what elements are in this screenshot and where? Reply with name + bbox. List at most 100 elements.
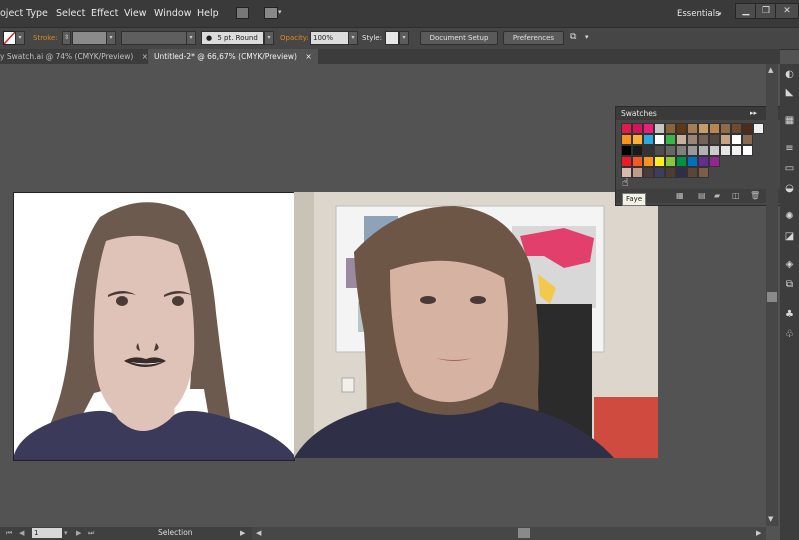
swatch[interactable] — [654, 123, 665, 134]
swatch[interactable] — [621, 123, 632, 134]
swatch[interactable] — [709, 145, 720, 156]
stroke-weight-stepper[interactable]: ⇕ — [62, 31, 71, 45]
swatches-icon[interactable]: ▦ — [784, 116, 795, 126]
bridge-icon[interactable] — [236, 7, 249, 19]
placed-photo[interactable] — [294, 192, 658, 458]
opacity-label[interactable]: Opacity: — [280, 34, 309, 42]
swatch[interactable] — [687, 145, 698, 156]
artboard-number-field[interactable]: 1 — [32, 528, 62, 538]
swatch[interactable] — [731, 145, 742, 156]
swatches-title[interactable]: Swatches — [621, 109, 657, 118]
swatch[interactable] — [654, 156, 665, 167]
color-guide-icon[interactable]: ◐ — [784, 70, 795, 80]
last-artboard-icon[interactable]: ⏭ — [88, 529, 94, 538]
swatch[interactable] — [632, 156, 643, 167]
swatch[interactable] — [665, 167, 676, 178]
minimize-button[interactable]: ▁ — [735, 3, 757, 19]
swatch[interactable] — [687, 123, 698, 134]
style-dropdown[interactable]: ▾ — [399, 31, 409, 45]
swatch[interactable] — [698, 156, 709, 167]
scroll-up-icon[interactable]: ▲ — [768, 66, 773, 74]
swatches-panel-header[interactable]: Swatches ▸▸ ≡ — [616, 107, 780, 120]
swatch[interactable] — [731, 123, 742, 134]
swatch[interactable] — [687, 134, 698, 145]
swatch[interactable] — [709, 134, 720, 145]
brush-definition[interactable]: ● 5 pt. Round — [201, 31, 264, 45]
menu-select[interactable]: Select — [56, 8, 85, 19]
swatch[interactable] — [720, 123, 731, 134]
swatch[interactable] — [643, 134, 654, 145]
swatch[interactable] — [709, 123, 720, 134]
swatch[interactable] — [742, 123, 753, 134]
swatch[interactable] — [654, 167, 665, 178]
swatch[interactable] — [742, 134, 753, 145]
stroke-weight-field[interactable] — [72, 31, 107, 45]
new-color-group-icon[interactable]: ▰ — [714, 191, 720, 200]
swatch[interactable] — [698, 134, 709, 145]
menu-effect[interactable]: Effect — [91, 8, 118, 19]
opacity-field[interactable]: 100% — [310, 31, 349, 45]
swatch[interactable] — [632, 134, 643, 145]
appearance-icon[interactable]: ✺ — [784, 212, 795, 222]
swatch[interactable] — [709, 156, 720, 167]
current-tool-status[interactable]: Selection — [158, 528, 193, 537]
swatch[interactable] — [720, 145, 731, 156]
variable-width-profile[interactable] — [121, 31, 187, 45]
first-artboard-icon[interactable]: ⏮ — [6, 529, 12, 538]
fill-dropdown[interactable]: ▾ — [15, 31, 25, 45]
document-setup-button[interactable]: Document Setup — [420, 31, 498, 45]
swatch[interactable] — [676, 123, 687, 134]
symbols-icon[interactable]: ♣ — [784, 310, 795, 320]
swatch[interactable] — [643, 145, 654, 156]
swatch[interactable] — [731, 134, 742, 145]
show-kinds-icon[interactable]: ▤ — [698, 191, 706, 200]
swatch[interactable] — [676, 145, 687, 156]
brush-dropdown[interactable]: ▾ — [264, 31, 274, 45]
swatch[interactable] — [698, 123, 709, 134]
opacity-dropdown[interactable]: ▾ — [348, 31, 358, 45]
swatch[interactable] — [698, 145, 709, 156]
menu-object[interactable]: oject — [0, 8, 23, 19]
chevron-down-icon[interactable]: ▾ — [64, 529, 68, 537]
horizontal-scrollbar[interactable]: ◀ ▶ — [252, 527, 766, 540]
artboard-illustration[interactable] — [13, 192, 295, 461]
graphic-style-swatch[interactable] — [385, 31, 399, 45]
color-icon[interactable]: ◣ — [784, 88, 795, 98]
delete-swatch-icon[interactable]: 🗑 — [750, 191, 760, 200]
horizontal-scroll-thumb[interactable] — [518, 528, 530, 538]
swatch[interactable] — [742, 145, 753, 156]
preferences-button[interactable]: Preferences — [503, 31, 564, 45]
status-menu-icon[interactable]: ▶ — [240, 529, 245, 537]
swatch[interactable] — [632, 123, 643, 134]
chevron-down-icon[interactable]: ▾ — [278, 8, 282, 16]
collapse-icon[interactable]: ▸▸ — [750, 109, 757, 117]
menu-help[interactable]: Help — [197, 8, 219, 19]
swatch[interactable] — [632, 145, 643, 156]
swatch[interactable] — [643, 167, 654, 178]
new-swatch-icon[interactable]: ◫ — [732, 191, 740, 200]
swatch[interactable] — [643, 123, 654, 134]
swatch[interactable] — [665, 145, 676, 156]
swatch[interactable] — [687, 167, 698, 178]
swatch[interactable] — [687, 156, 698, 167]
swatch[interactable] — [654, 145, 665, 156]
menu-window[interactable]: Window — [154, 8, 191, 19]
chevron-down-icon[interactable]: ▾ — [718, 10, 722, 18]
swatch-libraries-icon[interactable]: ▦ — [676, 191, 684, 200]
variable-width-dropdown[interactable]: ▾ — [186, 31, 196, 45]
swatch[interactable] — [676, 134, 687, 145]
swatch[interactable] — [632, 167, 643, 178]
stroke-icon[interactable]: ≡ — [784, 144, 795, 154]
menu-type[interactable]: Type — [26, 8, 48, 19]
align-icon[interactable]: ⧉ — [570, 32, 576, 42]
swatch[interactable] — [621, 134, 632, 145]
transparency-icon[interactable]: ◒ — [784, 184, 795, 194]
close-icon[interactable]: × — [305, 52, 311, 61]
swatch[interactable] — [665, 156, 676, 167]
artboards-icon[interactable]: ⧉ — [784, 280, 795, 290]
vertical-scrollbar[interactable]: ▲ ▼ — [766, 64, 778, 526]
scroll-left-icon[interactable]: ◀ — [256, 529, 261, 537]
scroll-right-icon[interactable]: ▶ — [756, 529, 761, 537]
tab-swatch-document[interactable]: y Swatch.ai @ 74% (CMYK/Preview) × — [0, 49, 154, 64]
previous-artboard-icon[interactable]: ◀ — [19, 529, 24, 537]
